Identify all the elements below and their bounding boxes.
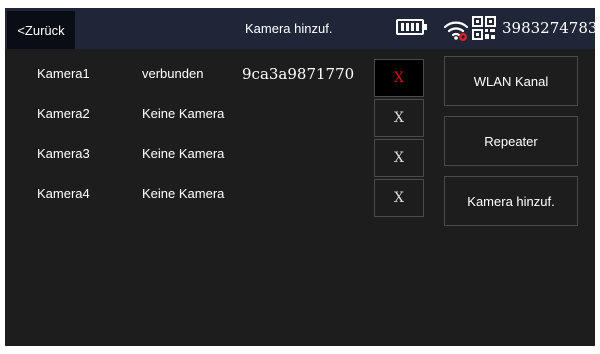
repeater-button[interactable]: Repeater: [444, 116, 578, 166]
qr-code-icon[interactable]: [472, 16, 496, 40]
device-id: 3983274783: [502, 19, 595, 37]
camera-status: Keine Kamera: [142, 106, 225, 121]
camera-status: Keine Kamera: [142, 186, 225, 201]
camera-name: Kamera1: [37, 66, 90, 81]
back-button[interactable]: <Zurück: [7, 11, 75, 49]
camera-name: Kamera2: [37, 106, 90, 121]
page-title: Kamera hinzuf.: [245, 21, 333, 36]
remove-camera-4-button[interactable]: X: [374, 179, 424, 217]
camera-status: verbunden: [142, 66, 204, 81]
app-screen: <Zurück Kamera hinzuf. 3983274783 Kamera…: [5, 8, 595, 346]
header-bar: <Zurück Kamera hinzuf. 3983274783: [5, 8, 595, 49]
camera-row-2: Kamera2 Keine Kamera: [5, 99, 375, 129]
remove-camera-1-button[interactable]: X: [374, 59, 424, 97]
camera-row-4: Kamera4 Keine Kamera: [5, 179, 375, 209]
add-camera-button[interactable]: Kamera hinzuf.: [444, 176, 578, 226]
wifi-icon: [443, 21, 469, 41]
camera-row-3: Kamera3 Keine Kamera: [5, 139, 375, 169]
camera-name: Kamera3: [37, 146, 90, 161]
remove-camera-3-button[interactable]: X: [374, 139, 424, 177]
camera-status: Keine Kamera: [142, 146, 225, 161]
battery-icon: [396, 19, 427, 35]
camera-name: Kamera4: [37, 186, 90, 201]
camera-id: 9ca3a9871770: [242, 65, 355, 83]
remove-camera-2-button[interactable]: X: [374, 99, 424, 137]
camera-row-1: Kamera1 verbunden 9ca3a9871770: [5, 59, 375, 89]
wlan-channel-button[interactable]: WLAN Kanal: [444, 56, 578, 106]
